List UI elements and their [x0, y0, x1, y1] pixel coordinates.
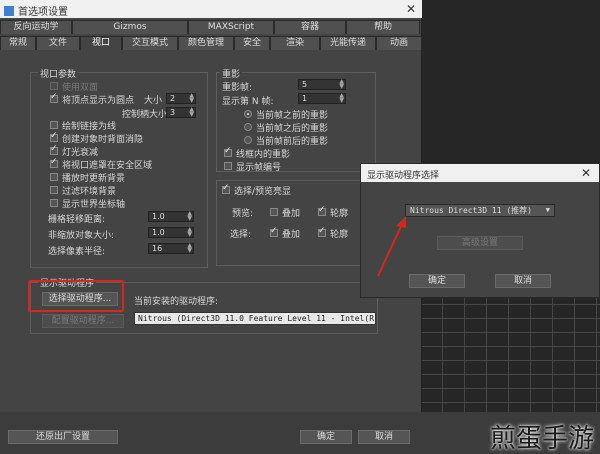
- watermark: 煎蛋手游: [489, 424, 594, 454]
- annotation-arrow: [377, 216, 406, 277]
